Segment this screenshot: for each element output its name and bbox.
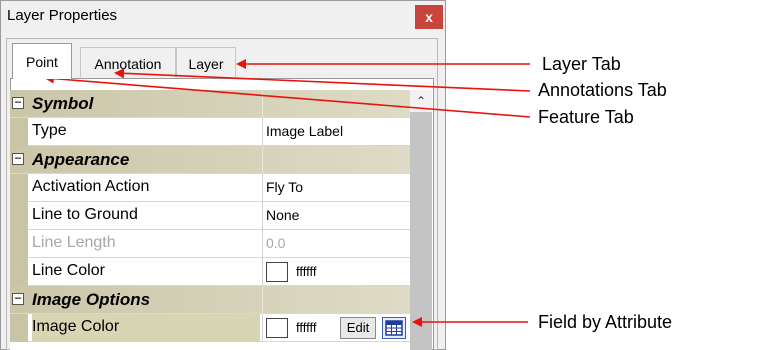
edit-button[interactable]: Edit — [340, 317, 376, 339]
tab-layer-label: Layer — [188, 56, 224, 72]
property-name: Type — [32, 122, 67, 139]
column-divider — [262, 202, 263, 230]
category-label: Image Options — [32, 290, 151, 309]
property-name: Line Length — [32, 234, 116, 251]
property-value[interactable]: Image Label — [266, 123, 343, 139]
category-symbol[interactable]: − Symbol — [10, 90, 410, 118]
row-gutter — [10, 230, 28, 258]
column-divider — [262, 314, 263, 342]
property-row-activation-action[interactable]: Activation Action Fly To — [10, 174, 410, 202]
property-name: Image Color — [32, 314, 260, 342]
column-divider — [262, 286, 263, 314]
color-swatch[interactable] — [266, 318, 288, 338]
category-label: Symbol — [32, 94, 94, 113]
property-value: 0.0 — [266, 235, 286, 251]
color-value: ffffff — [296, 264, 317, 279]
field-by-attribute-button[interactable] — [382, 317, 406, 339]
category-appearance[interactable]: − Appearance — [10, 146, 410, 174]
property-name: Activation Action — [32, 178, 150, 195]
tab-point-label: Point — [26, 54, 58, 70]
category-label: Appearance — [32, 150, 130, 169]
property-value[interactable]: Fly To — [266, 179, 303, 195]
property-name: Line Color — [32, 262, 105, 279]
field-by-attribute-callout: Field by Attribute — [538, 312, 673, 332]
tab-point[interactable]: Point — [12, 43, 72, 79]
row-gutter — [10, 174, 28, 202]
row-gutter — [10, 258, 28, 286]
property-row-line-color[interactable]: Line Color ffffff — [10, 258, 410, 286]
column-divider — [262, 118, 263, 146]
table-grid-icon — [385, 320, 403, 336]
property-value[interactable]: None — [266, 207, 299, 223]
property-row-image-color[interactable]: Image Color ffffff Edit — [10, 314, 410, 342]
category-image-options[interactable]: − Image Options — [10, 286, 410, 314]
collapse-icon[interactable]: − — [12, 292, 24, 305]
row-gutter — [10, 118, 28, 146]
collapse-icon[interactable]: − — [12, 152, 24, 165]
annotations-tab-callout: Annotations Tab — [538, 80, 667, 100]
row-gutter — [10, 202, 28, 230]
column-divider — [262, 258, 263, 286]
vertical-scrollbar[interactable] — [410, 90, 432, 350]
chevron-up-icon: ⌃ — [415, 94, 427, 108]
scroll-up-button[interactable]: ⌃ — [410, 90, 432, 112]
property-row-line-length: Line Length 0.0 — [10, 230, 410, 258]
close-button[interactable]: x — [415, 5, 443, 29]
collapse-icon[interactable]: − — [12, 96, 24, 109]
feature-tab-callout: Feature Tab — [538, 107, 634, 127]
column-divider — [262, 230, 263, 258]
column-divider — [262, 90, 263, 118]
close-icon: x — [425, 9, 433, 25]
tab-annotation-label: Annotation — [94, 56, 162, 72]
title-bar[interactable]: Layer Properties x — [1, 1, 445, 33]
column-divider — [262, 174, 263, 202]
column-divider — [262, 146, 263, 174]
layer-tab-callout: Layer Tab — [542, 54, 621, 74]
window-title: Layer Properties — [7, 7, 118, 24]
color-swatch[interactable] — [266, 262, 288, 282]
tab-layer[interactable]: Layer — [176, 47, 236, 77]
row-gutter — [10, 314, 28, 342]
property-row-type[interactable]: Type Image Label — [10, 118, 410, 146]
color-value: ffffff — [296, 320, 317, 335]
property-row-line-to-ground[interactable]: Line to Ground None — [10, 202, 410, 230]
property-name: Line to Ground — [32, 206, 138, 223]
tab-annotation[interactable]: Annotation — [80, 47, 176, 77]
property-grid: − Symbol Type Image Label − Appearance A… — [10, 90, 410, 350]
